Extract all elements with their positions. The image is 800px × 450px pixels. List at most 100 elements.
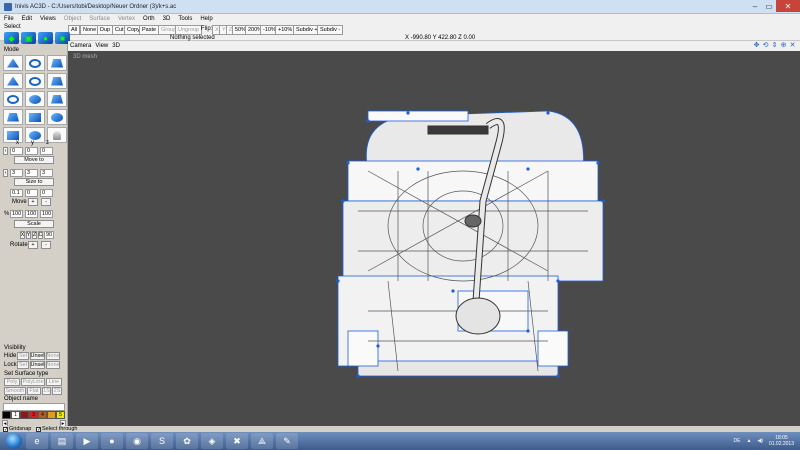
object-name-field[interactable] [3, 403, 65, 411]
menu-help[interactable]: Help [196, 16, 216, 22]
network-icon[interactable]: ▲ [747, 438, 752, 444]
move-minus-button[interactable]: - [41, 198, 51, 206]
ellipse-tool-icon[interactable] [3, 91, 23, 107]
menu-vertex[interactable]: Vertex [114, 16, 139, 22]
ac3d-icon[interactable]: ✖ [226, 433, 248, 449]
surface-poly-button[interactable]: Poly [4, 378, 20, 386]
close-view-icon[interactable]: ✕ [789, 42, 796, 49]
surface-line-button[interactable]: Line [46, 378, 62, 386]
size-y-field[interactable]: 3 [25, 169, 38, 177]
size-x-field[interactable]: 3 [10, 169, 23, 177]
scale-z-field[interactable]: 100 [40, 210, 53, 218]
sketchup-icon[interactable]: S [151, 433, 173, 449]
disc-tool-icon[interactable] [25, 91, 45, 107]
lock-unsel-button[interactable]: Unsel [30, 361, 45, 369]
swatch-black[interactable] [2, 411, 11, 419]
hide-none-button[interactable]: None [46, 352, 60, 360]
box-tool-icon[interactable] [47, 91, 67, 107]
chrome-icon[interactable]: ◉ [126, 433, 148, 449]
menu-surface[interactable]: Surface [85, 16, 114, 22]
move-z-field[interactable]: 0 [40, 147, 53, 155]
internet-explorer-icon[interactable]: e [26, 433, 48, 449]
rotate-z-toggle[interactable]: Z [32, 231, 37, 239]
media-player-icon[interactable]: ▶ [76, 433, 98, 449]
swatch-red[interactable]: 3 [29, 411, 38, 419]
mesh-tool-icon[interactable] [47, 73, 67, 89]
move-step-y-field[interactable]: 0 [25, 189, 38, 197]
rotate-x-toggle[interactable]: X [20, 231, 25, 239]
rotate-degrees-field[interactable]: 90 [44, 231, 54, 239]
swatch-amber[interactable] [47, 411, 56, 419]
size-z-field[interactable]: 3 [40, 169, 53, 177]
menu-tools[interactable]: Tools [174, 16, 196, 22]
move-to-button[interactable]: Move to [14, 156, 54, 164]
select-object-icon[interactable]: ▣ [21, 32, 36, 44]
move-x-field[interactable]: 0 [10, 147, 23, 155]
move-step-x-field[interactable]: 0.1 [10, 189, 23, 197]
scale-button[interactable]: Scale [14, 220, 54, 228]
view-menu[interactable]: View [93, 43, 110, 49]
volume-icon[interactable]: ◀) [757, 438, 763, 444]
hide-unsel-button[interactable]: Unsel [30, 352, 45, 360]
firefox-icon[interactable]: ● [101, 433, 123, 449]
select-through-checkbox[interactable]: ✓ [36, 426, 41, 432]
pan-icon[interactable]: ✥ [753, 42, 760, 49]
globe-tool-icon[interactable] [25, 127, 45, 143]
start-button[interactable] [6, 433, 22, 449]
surface-1s-button[interactable]: 1S [42, 387, 51, 395]
rotate-center-toggle[interactable]: C [38, 231, 43, 239]
move-tool-icon[interactable] [3, 55, 23, 71]
language-indicator[interactable]: DE [734, 438, 741, 444]
line-tool-icon[interactable] [25, 73, 45, 89]
rotate-view-icon[interactable]: ⟲ [762, 42, 769, 49]
rotate-tool-icon[interactable] [25, 55, 45, 71]
paint-icon[interactable]: ✿ [176, 433, 198, 449]
menu-file[interactable]: File [0, 16, 18, 22]
swatch-white[interactable]: 1 [11, 411, 20, 419]
hide-sel-button[interactable]: Sel [17, 352, 29, 360]
sphere-tool-icon[interactable] [47, 109, 67, 125]
cylinder-tool-icon[interactable] [3, 109, 23, 125]
editor-icon[interactable]: ✎ [276, 433, 298, 449]
extrude-tool-icon[interactable] [47, 55, 67, 71]
zoom-view-icon[interactable]: ⇕ [771, 42, 778, 49]
swatch-yellow[interactable]: 5 [56, 411, 65, 419]
cube-tool-icon[interactable] [25, 109, 45, 125]
move-step-z-field[interactable]: 0 [40, 189, 53, 197]
menu-3d[interactable]: 3D [159, 16, 175, 22]
lock-sel-button[interactable]: Sel [17, 361, 29, 369]
rotate-minus-button[interactable]: - [41, 241, 51, 249]
duplicate-button[interactable]: Dup [97, 25, 114, 35]
select-group-icon[interactable]: ◆ [4, 32, 19, 44]
camera-menu[interactable]: Camera [68, 43, 93, 49]
subdiv-minus-button[interactable]: Subdiv - [317, 25, 344, 35]
move-y-field[interactable]: 0 [25, 147, 38, 155]
scale-x-field[interactable]: 100 [10, 210, 23, 218]
menu-orth[interactable]: Orth [139, 16, 159, 22]
3d-viewport[interactable]: 3D mesh [68, 51, 800, 426]
folder-icon[interactable]: ▤ [51, 433, 73, 449]
view-mode-label[interactable]: 3D [110, 43, 122, 49]
menu-object[interactable]: Object [60, 16, 85, 22]
menu-edit[interactable]: Edit [18, 16, 36, 22]
size-to-button[interactable]: Size to [14, 178, 54, 186]
app-icon[interactable]: ◈ [201, 433, 223, 449]
swatch-dark-red[interactable] [20, 411, 29, 419]
surface-flat-button[interactable]: Flat [27, 387, 41, 395]
cone-tool-icon[interactable] [3, 127, 23, 143]
surface-2s-button[interactable]: 2S [52, 387, 62, 395]
close-button[interactable]: ✕ [776, 0, 800, 12]
poly-tool-icon[interactable] [3, 73, 23, 89]
menu-views[interactable]: Views [36, 16, 60, 22]
gridsnap-checkbox[interactable]: ✓ [3, 426, 8, 432]
lock-none-button[interactable]: None [46, 361, 60, 369]
rotate-y-toggle[interactable]: Y [26, 231, 31, 239]
paste-button[interactable]: Paste [139, 25, 160, 35]
rotate-plus-button[interactable]: + [28, 241, 38, 249]
center-view-icon[interactable]: ⊕ [780, 42, 787, 49]
maximize-button[interactable]: ▭ [762, 0, 776, 12]
scale-y-field[interactable]: 100 [25, 210, 38, 218]
surface-smooth-button[interactable]: Smooth [4, 387, 26, 395]
move-arrow-button[interactable]: ‹ [3, 147, 8, 155]
minimize-button[interactable]: – [748, 0, 762, 12]
